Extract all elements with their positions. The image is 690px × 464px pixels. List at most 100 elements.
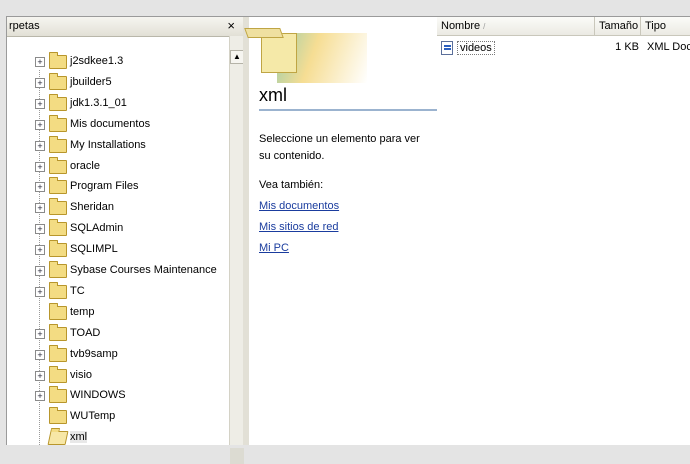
close-icon[interactable]: ×: [227, 18, 235, 33]
folder-icon: [49, 156, 67, 174]
explorer-window: rpetas × + j2sdkee1.3 + jbuilder5 + jdk1.3.1_…: [6, 16, 690, 464]
tree-item-label: TOAD: [70, 326, 101, 339]
expand-icon[interactable]: +: [35, 349, 45, 360]
expand-icon[interactable]: +: [35, 266, 45, 276]
title-divider: [259, 109, 437, 111]
tree-item[interactable]: + My Installations: [7, 135, 227, 156]
tree-item-label: jbuilder5: [70, 75, 112, 88]
tree-item-label: WINDOWS: [70, 389, 126, 402]
tree-item[interactable]: + Program Files: [7, 177, 227, 197]
folder-icon: [49, 135, 67, 153]
tree-item-label: jdk1.3.1_01: [70, 96, 127, 109]
folder-tree: + j2sdkee1.3 + jbuilder5 + jdk1.3.1_01 + Mis do…: [7, 36, 229, 445]
scroll-up-arrow-icon[interactable]: ▲: [230, 50, 244, 64]
tree-item[interactable]: temp: [7, 302, 227, 323]
column-header-size[interactable]: Tamaño: [595, 17, 641, 36]
expand-icon[interactable]: +: [35, 182, 45, 193]
folder-icon: [49, 114, 67, 132]
tree-item[interactable]: + WINDOWS: [7, 386, 227, 406]
tree-item[interactable]: + Mis documentos: [7, 114, 227, 135]
expand-icon[interactable]: +: [35, 98, 45, 109]
link-mi-pc[interactable]: Mi PC: [259, 242, 289, 254]
expand-icon[interactable]: +: [35, 203, 45, 214]
tree-item-label: j2sdkee1.3: [70, 55, 124, 67]
file-size: 1 KB: [615, 41, 639, 53]
expand-icon[interactable]: +: [35, 77, 45, 88]
tree-item-label: xml: [70, 431, 88, 444]
tree-item-label: tvb9samp: [70, 347, 118, 360]
expand-icon[interactable]: +: [35, 224, 45, 235]
tree-item[interactable]: + oracle: [7, 156, 227, 177]
file-name: videos: [457, 41, 495, 55]
expand-icon[interactable]: +: [35, 161, 45, 172]
folder-icon: [49, 177, 67, 195]
expand-icon[interactable]: +: [35, 245, 45, 256]
tree-item[interactable]: + Sheridan: [7, 198, 227, 218]
file-list: Nombre/ Tamaño Tipo videos 1 KB XML Docu: [437, 17, 690, 445]
open-folder-icon: [47, 431, 69, 445]
tree-item[interactable]: + visio: [7, 365, 227, 386]
tree-item[interactable]: + tvb9samp: [7, 344, 227, 365]
expand-icon[interactable]: +: [35, 391, 45, 402]
column-header-type-label: Tipo: [645, 20, 666, 32]
folder-icon: [49, 302, 67, 320]
folder-icon: [49, 365, 67, 383]
expand-icon[interactable]: +: [35, 57, 45, 67]
xml-file-icon: [441, 41, 453, 55]
tree-item-label: My Installations: [70, 138, 146, 151]
folder-icon: [49, 344, 67, 362]
tree-item-label: Program Files: [70, 180, 139, 193]
sort-ascending-icon: /: [483, 22, 486, 31]
tree-item-label: visio: [70, 368, 93, 381]
folder-icon: [49, 323, 67, 341]
tree-item[interactable]: + TOAD: [7, 323, 227, 344]
large-folder-icon: [261, 33, 297, 73]
link-mis-sitios-de-red[interactable]: Mis sitios de red: [259, 221, 338, 233]
tree-item[interactable]: + jdk1.3.1_01: [7, 93, 227, 114]
folder-icon: [49, 198, 67, 216]
tree-item[interactable]: xml: [7, 428, 227, 445]
column-header-name[interactable]: Nombre /: [437, 17, 595, 36]
folders-pane: rpetas × + j2sdkee1.3 + jbuilder5 + jdk1.3.1_…: [7, 17, 244, 464]
tree-item-label: Sheridan: [70, 201, 115, 214]
tree-item[interactable]: WUTemp: [7, 407, 227, 427]
expand-icon[interactable]: +: [35, 286, 45, 297]
folder-icon: [49, 261, 67, 278]
folder-title: xml: [259, 85, 287, 105]
folder-icon: [49, 219, 67, 237]
tree-item-label: WUTemp: [70, 410, 116, 423]
tree-item[interactable]: + jbuilder5: [7, 72, 227, 93]
expand-icon[interactable]: +: [35, 119, 45, 130]
folder-info-panel: xml Seleccione un elemento para ver su c…: [249, 17, 437, 445]
see-also-label: Vea también:: [259, 179, 324, 191]
column-header-name-label: Nombre: [441, 20, 481, 32]
expand-icon[interactable]: +: [35, 328, 45, 339]
folder-tree-scrollbar[interactable]: ▲: [229, 36, 244, 464]
folder-icon: [49, 72, 67, 90]
folder-icon: [49, 386, 67, 404]
tree-item[interactable]: + SQLAdmin: [7, 219, 227, 239]
tree-item[interactable]: + TC: [7, 281, 227, 302]
expand-icon[interactable]: +: [35, 140, 45, 151]
tree-item-label: Sybase Courses Maintenance: [70, 264, 217, 276]
tree-item-label: Mis documentos: [70, 117, 151, 130]
tree-item[interactable]: + Sybase Courses Maintenance: [7, 261, 227, 281]
expand-icon[interactable]: +: [35, 370, 45, 381]
link-mis-documentos[interactable]: Mis documentos: [259, 200, 339, 212]
tree-item-label: SQLAdmin: [70, 222, 124, 235]
folder-description: Seleccione un elemento para ver su conte…: [259, 133, 420, 162]
column-header-size-label: Tamaño: [599, 20, 639, 32]
tree-item-label: oracle: [70, 159, 100, 172]
folders-pane-header: rpetas ×: [7, 17, 243, 37]
column-header-type[interactable]: Tipo: [641, 17, 690, 36]
tree-item[interactable]: + SQLIMPL: [7, 240, 227, 260]
folder-icon: [49, 52, 67, 69]
file-row[interactable]: videos 1 KB XML Docu: [437, 41, 690, 61]
folders-pane-title: rpetas: [9, 20, 40, 32]
scrollbar-thumb[interactable]: [230, 448, 244, 464]
folder-icon: [49, 93, 67, 111]
tree-item[interactable]: + j2sdkee1.3: [7, 52, 227, 72]
tree-item-label: TC: [70, 284, 85, 297]
file-type: XML Docu: [647, 41, 690, 53]
folder-icon: [49, 281, 67, 299]
